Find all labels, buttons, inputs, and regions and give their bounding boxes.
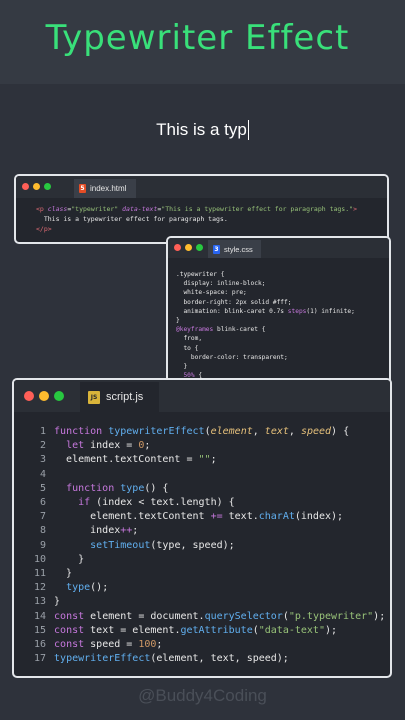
code-line: <p class="typewriter" data-text="This is… bbox=[36, 205, 357, 213]
code-line: 12 type(); bbox=[33, 582, 109, 594]
code-line: border-color: transparent; bbox=[176, 353, 288, 361]
html5-icon: 5 bbox=[79, 184, 86, 193]
title-banner: Typewriter Effect bbox=[0, 0, 405, 84]
code-line: 13 } bbox=[33, 596, 61, 608]
code-line: 16 const speed = 100; bbox=[33, 639, 163, 651]
code-line: border-right: 2px solid #fff; bbox=[176, 298, 292, 306]
code-line: 14 const element = document.querySelecto… bbox=[33, 610, 386, 622]
tab-label: style.css bbox=[224, 244, 253, 254]
tab-style-css[interactable]: 3 style.css bbox=[208, 240, 261, 258]
zoom-dot-icon[interactable] bbox=[196, 244, 203, 251]
code-line: 7 element.textContent += text.charAt(ind… bbox=[39, 511, 344, 523]
close-dot-icon[interactable] bbox=[174, 244, 181, 251]
code-line: 10 } bbox=[33, 553, 85, 565]
html-code: <p class="typewriter" data-text="This is… bbox=[16, 198, 387, 234]
code-line: @keyframes blink-caret { bbox=[176, 326, 266, 334]
code-line: 4 bbox=[39, 468, 46, 480]
zoom-dot-icon[interactable] bbox=[54, 391, 64, 401]
code-line: } bbox=[176, 317, 180, 325]
window-titlebar: 3 style.css bbox=[168, 238, 389, 258]
js-icon: JS bbox=[88, 390, 100, 404]
css3-icon: 3 bbox=[213, 244, 220, 254]
code-line: 15 const text = element.getAttribute("da… bbox=[33, 624, 338, 636]
code-line: white-space: pre; bbox=[176, 289, 247, 297]
tab-script-js[interactable]: JS script.js bbox=[80, 382, 160, 412]
zoom-dot-icon[interactable] bbox=[44, 183, 51, 190]
code-line: 17 typewriterEffect(element, text, speed… bbox=[33, 653, 289, 665]
window-controls bbox=[174, 244, 207, 251]
minimize-dot-icon[interactable] bbox=[39, 391, 49, 401]
page-title: Typewriter Effect bbox=[45, 18, 350, 58]
close-dot-icon[interactable] bbox=[24, 391, 34, 401]
minimize-dot-icon[interactable] bbox=[185, 244, 192, 251]
tab-label: script.js bbox=[106, 391, 144, 403]
js-code: 1 function typewriterEffect(element, tex… bbox=[14, 412, 390, 666]
code-line: } bbox=[176, 363, 188, 371]
tab-index-html[interactable]: 5 index.html bbox=[74, 179, 137, 198]
code-line: animation: blink-caret 0.7s steps(1) inf… bbox=[176, 307, 355, 315]
code-line: This is a typewriter effect for paragrap… bbox=[36, 215, 228, 223]
code-line: 6 if (index < text.length) { bbox=[39, 497, 235, 509]
html-editor-window: 5 index.html <p class="typewriter" data-… bbox=[14, 174, 389, 244]
close-dot-icon[interactable] bbox=[22, 183, 29, 190]
window-titlebar: JS script.js bbox=[14, 380, 390, 412]
code-line: from, bbox=[176, 335, 203, 343]
typewriter-preview: This is a typ bbox=[0, 120, 405, 144]
code-line: 9 setTimeout(type, speed); bbox=[39, 539, 235, 551]
code-line: 5 function type() { bbox=[39, 482, 169, 494]
code-line: </p> bbox=[36, 225, 52, 233]
tab-label: index.html bbox=[90, 184, 127, 193]
js-editor-window: JS script.js 1 function typewriterEffect… bbox=[12, 378, 392, 678]
minimize-dot-icon[interactable] bbox=[33, 183, 40, 190]
typewriter-preview-text: This is a typ bbox=[156, 120, 249, 140]
code-line: to { bbox=[176, 344, 199, 352]
code-line: 11 } bbox=[33, 568, 73, 580]
code-line: 8 index++; bbox=[39, 525, 139, 537]
code-line: .typewriter { bbox=[176, 271, 225, 278]
code-line: 2 let index = 0; bbox=[39, 440, 151, 452]
code-line: 3 element.textContent = ""; bbox=[39, 454, 217, 466]
window-controls bbox=[24, 391, 69, 401]
code-line: display: inline-block; bbox=[176, 280, 266, 288]
watermark: @Buddy4Coding bbox=[138, 686, 267, 705]
code-line: 1 function typewriterEffect(element, tex… bbox=[39, 426, 350, 437]
window-controls bbox=[22, 183, 55, 190]
window-titlebar: 5 index.html bbox=[16, 176, 387, 198]
